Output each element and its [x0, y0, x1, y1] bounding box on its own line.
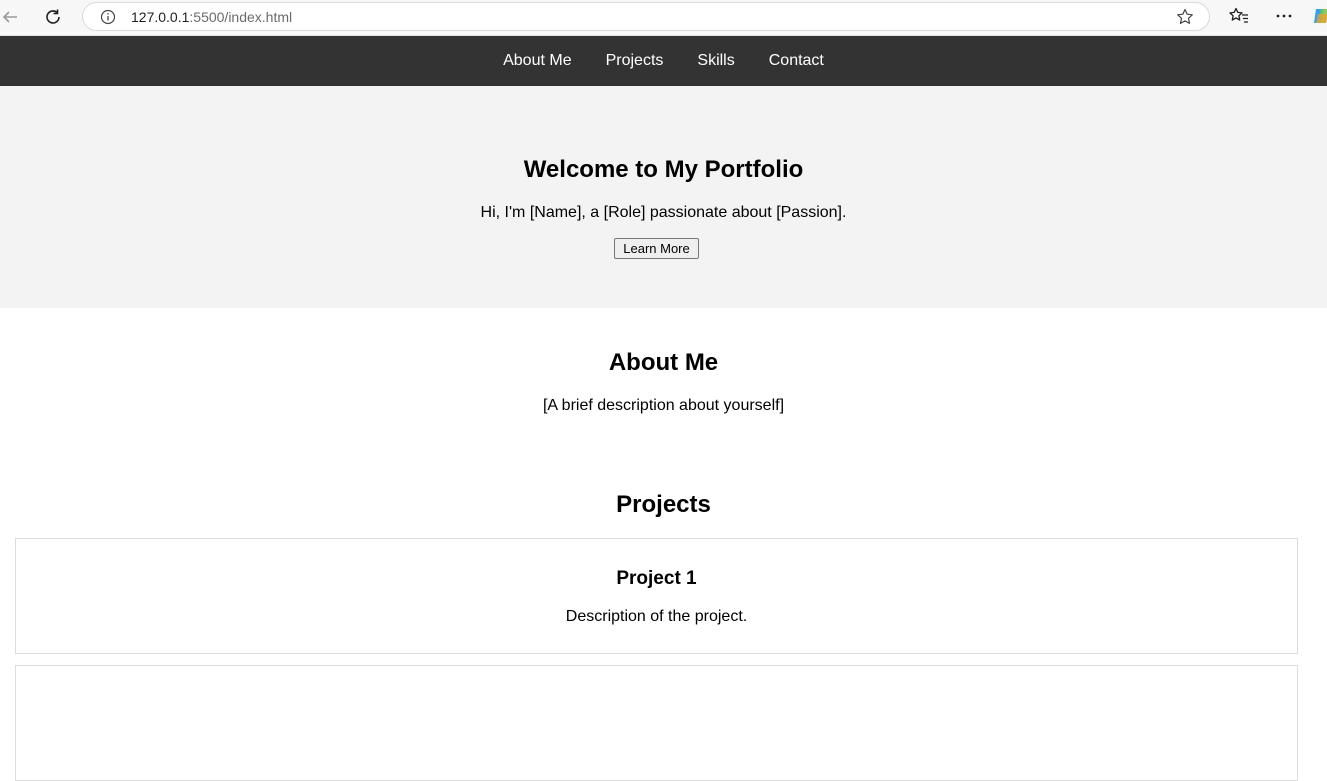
- projects-title: Projects: [616, 491, 711, 518]
- nav-link-about[interactable]: About Me: [503, 52, 571, 70]
- star-icon[interactable]: [1175, 7, 1195, 27]
- about-title: About Me: [608, 349, 719, 376]
- back-arrow-icon: [2, 11, 17, 23]
- nav-link-skills[interactable]: Skills: [697, 52, 734, 70]
- reload-icon: [46, 9, 60, 24]
- more-icon[interactable]: [1273, 6, 1295, 26]
- back-button[interactable]: [0, 4, 24, 30]
- project-card: Project 1 Description of the project.: [15, 538, 1298, 654]
- learn-more-button[interactable]: Learn More: [614, 238, 699, 259]
- address-bar[interactable]: 127.0.0.1:5500/index.html: [82, 2, 1210, 31]
- reload-button[interactable]: [39, 4, 67, 30]
- browser-toolbar: 127.0.0.1:5500/index.html: [0, 0, 1327, 36]
- nav-link-contact[interactable]: Contact: [769, 52, 824, 70]
- site-navigation: About Me Projects Skills Contact: [0, 36, 1327, 86]
- copilot-icon[interactable]: [1312, 6, 1327, 26]
- project-title: Project 1: [616, 568, 697, 589]
- url-host: 127.0.0.1: [131, 9, 190, 25]
- nav-link-projects[interactable]: Projects: [606, 52, 664, 70]
- hero-section: Welcome to My Portfolio Hi, I'm [Name], …: [0, 86, 1327, 308]
- project-card: [15, 665, 1298, 781]
- favorites-icon[interactable]: [1228, 6, 1250, 26]
- url-text[interactable]: 127.0.0.1:5500/index.html: [131, 9, 292, 25]
- about-text: [A brief description about yourself]: [542, 397, 785, 414]
- hero-title: Welcome to My Portfolio: [523, 156, 804, 183]
- info-icon[interactable]: [100, 9, 116, 25]
- hero-tagline: Hi, I'm [Name], a [Role] passionate abou…: [480, 204, 847, 221]
- project-description: Description of the project.: [565, 608, 748, 625]
- url-path: :5500/index.html: [189, 9, 293, 25]
